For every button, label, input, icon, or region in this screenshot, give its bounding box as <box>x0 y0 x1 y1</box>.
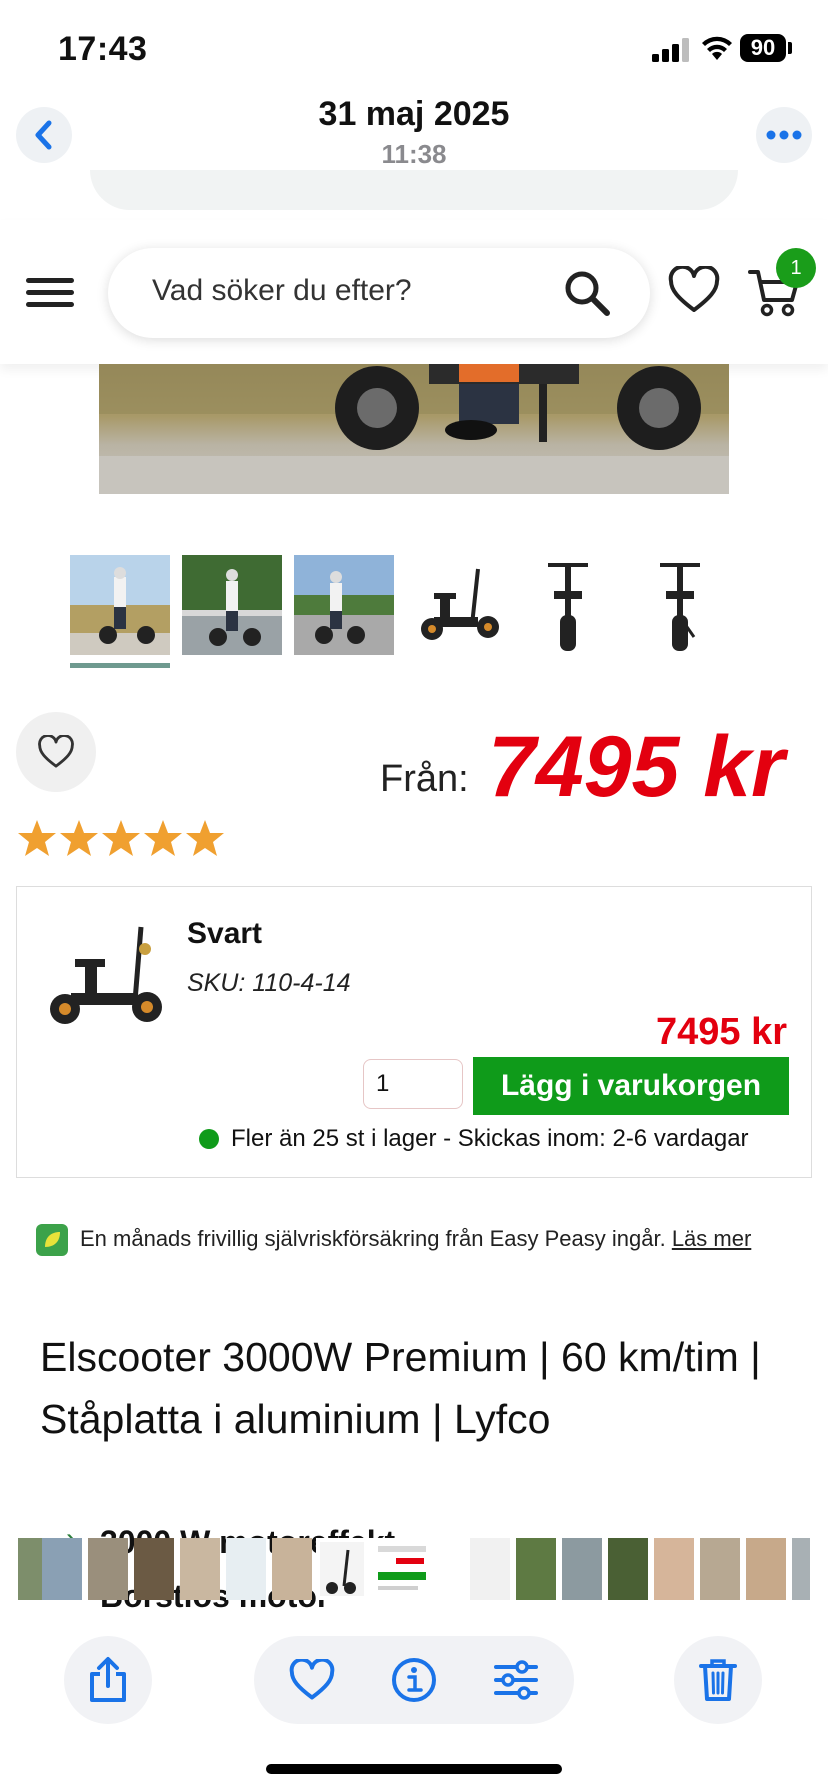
star-icon <box>102 820 140 856</box>
active-thumbnail-indicator <box>70 663 170 668</box>
add-to-cart-button[interactable]: Lägg i varukorgen <box>473 1057 789 1115</box>
photo-action-group <box>254 1636 574 1724</box>
photo-strip-thumb[interactable] <box>272 1538 312 1600</box>
info-button[interactable] <box>390 1656 438 1704</box>
photo-strip-thumb[interactable] <box>792 1538 810 1600</box>
rating-stars[interactable] <box>16 818 226 858</box>
variant-sku: SKU: 110-4-14 <box>187 969 351 997</box>
scooter-hero-graphic <box>99 364 729 494</box>
search-placeholder: Vad söker du efter? <box>152 274 412 307</box>
back-button[interactable] <box>16 107 72 163</box>
menu-icon[interactable] <box>26 278 74 308</box>
heart-icon <box>38 735 74 768</box>
trash-icon <box>699 1659 737 1701</box>
status-bar: 17:43 90 <box>0 0 828 100</box>
quantity-input[interactable] <box>363 1059 463 1109</box>
photo-strip-thumb[interactable] <box>746 1538 786 1600</box>
insurance-note: En månads frivillig självriskförsäkring … <box>80 1226 751 1252</box>
gallery-thumbnails <box>70 555 770 668</box>
wifi-icon <box>702 36 732 60</box>
photo-time: 11:38 <box>381 139 447 169</box>
share-button[interactable] <box>64 1636 152 1724</box>
photo-strip-thumb[interactable] <box>470 1538 510 1600</box>
star-icon <box>18 820 56 856</box>
variant-name: Svart <box>187 917 263 950</box>
more-button[interactable] <box>756 107 812 163</box>
star-icon <box>60 820 98 856</box>
photo-viewer-header: 31 maj 2025 11:38 <box>0 95 828 175</box>
photo-strip-thumb[interactable] <box>562 1538 602 1600</box>
insurance-leaf-icon <box>36 1224 68 1256</box>
insurance-text: En månads frivillig självriskförsäkring … <box>80 1226 666 1251</box>
photo-strip-thumb[interactable] <box>88 1538 128 1600</box>
gallery-thumbnail[interactable] <box>406 555 506 655</box>
photo-strip-thumb[interactable] <box>608 1538 648 1600</box>
variant-price: 7495 kr <box>655 1011 787 1053</box>
adjust-icon <box>494 1660 538 1700</box>
adjust-button[interactable] <box>492 1656 540 1704</box>
delete-button[interactable] <box>674 1636 762 1724</box>
photo-library-strip <box>0 1538 828 1600</box>
home-indicator <box>266 1764 562 1774</box>
heart-icon <box>289 1659 335 1700</box>
info-icon <box>392 1658 436 1702</box>
gallery-thumbnail[interactable] <box>630 555 730 655</box>
search-input[interactable]: Vad söker du efter? <box>108 248 650 338</box>
star-icon <box>186 820 224 856</box>
battery-icon: 90 <box>740 34 786 62</box>
photo-strip-thumb[interactable] <box>226 1538 266 1600</box>
read-more-link[interactable]: Läs mer <box>672 1226 751 1251</box>
gallery-thumbnail[interactable] <box>182 555 282 655</box>
photo-strip-thumb[interactable] <box>42 1538 82 1600</box>
photo-strip-thumb[interactable] <box>516 1538 556 1600</box>
favorite-button[interactable] <box>288 1656 336 1704</box>
photo-toolbar <box>0 1620 828 1740</box>
wishlist-button[interactable] <box>16 712 96 792</box>
cart-count-badge: 1 <box>776 248 816 288</box>
product-hero-image[interactable] <box>99 364 729 494</box>
variant-image <box>50 926 162 1024</box>
site-header: Vad söker du efter? 1 <box>0 220 828 364</box>
product-title: Elscooter 3000W Premium | 60 km/tim | St… <box>40 1334 761 1442</box>
photo-strip-thumb[interactable] <box>134 1538 174 1600</box>
photo-strip-thumb[interactable] <box>654 1538 694 1600</box>
photo-strip-thumb[interactable] <box>180 1538 220 1600</box>
gallery-thumbnail[interactable] <box>518 555 618 655</box>
variant-card: Svart SKU: 110-4-14 7495 kr Lägg i varuk… <box>16 886 812 1178</box>
gallery-thumbnail[interactable] <box>70 555 170 655</box>
signal-icon <box>652 38 689 62</box>
scrolled-search-bar-edge <box>90 170 738 210</box>
price-from-label: Från: <box>380 758 469 800</box>
search-icon[interactable] <box>562 268 612 318</box>
stock-status-text: Fler än 25 st i lager - Skickas inom: 2-… <box>231 1125 749 1152</box>
product-price: 7495 kr <box>488 719 785 815</box>
photo-strip-thumb[interactable] <box>700 1538 740 1600</box>
in-stock-indicator <box>199 1129 219 1149</box>
photo-date: 31 maj 2025 <box>318 95 510 133</box>
status-time: 17:43 <box>58 30 148 68</box>
selected-photo-thumb[interactable] <box>316 1538 432 1600</box>
heart-icon[interactable] <box>668 266 720 314</box>
share-icon <box>90 1657 126 1702</box>
star-icon <box>144 820 182 856</box>
gallery-thumbnail[interactable] <box>294 555 394 655</box>
battery-tip <box>788 42 792 54</box>
chevron-left-icon <box>35 120 52 150</box>
ellipsis-icon <box>766 130 802 140</box>
